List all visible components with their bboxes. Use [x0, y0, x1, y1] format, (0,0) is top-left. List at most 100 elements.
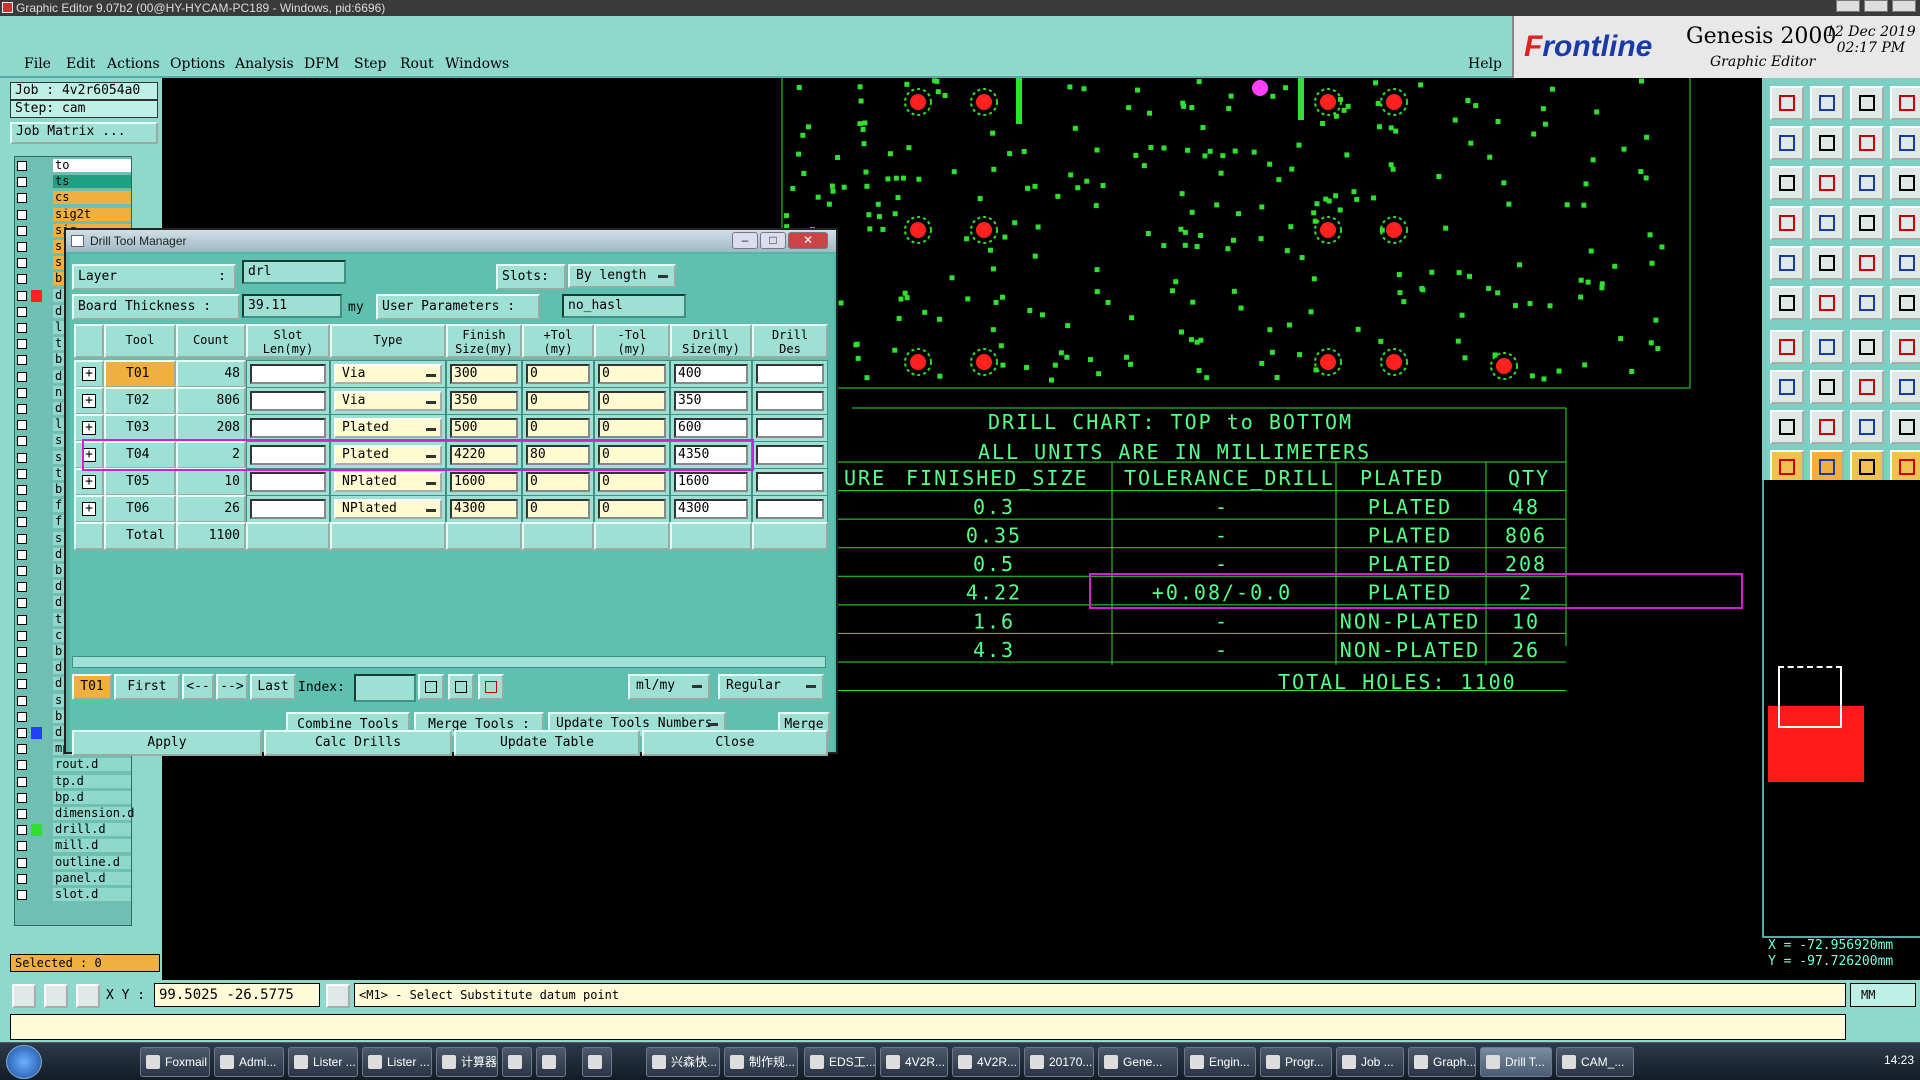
maximize-button[interactable] [1864, 0, 1888, 12]
ruler-icon[interactable] [1770, 206, 1804, 240]
layer-name[interactable]: outline.d [53, 855, 131, 869]
layer-checkbox[interactable] [17, 452, 27, 463]
expand-row-icon[interactable]: + [74, 441, 104, 469]
layer-color-swatch[interactable] [31, 678, 42, 690]
slot-len-field[interactable] [246, 414, 330, 442]
plus-tol-field-value[interactable]: 80 [526, 445, 590, 465]
type-combo-value[interactable]: Plated [334, 445, 442, 465]
slots-combo[interactable]: By length [568, 264, 676, 288]
surface-icon[interactable] [1850, 410, 1884, 444]
layer-color-swatch[interactable] [31, 662, 42, 674]
plus-tol-field-value[interactable]: 0 [526, 391, 590, 411]
finish-size-field[interactable]: 1600 [446, 468, 522, 496]
minus-tol-field[interactable]: 0 [594, 468, 670, 496]
finish-size-field-value[interactable]: 4300 [450, 499, 518, 519]
layer-checkbox[interactable] [17, 663, 27, 674]
layer-color-swatch[interactable] [31, 759, 42, 771]
layer-checkbox[interactable] [17, 436, 27, 447]
tool-id[interactable]: T01 [104, 360, 176, 388]
drill-des-field[interactable] [752, 414, 828, 442]
drill-size-field[interactable]: 4350 [670, 441, 752, 469]
layer-checkbox[interactable] [17, 209, 27, 220]
layer-checkbox[interactable] [17, 695, 27, 706]
finish-size-field[interactable]: 4220 [446, 441, 522, 469]
dialog-close-button[interactable]: ✕ [788, 232, 828, 249]
drill-size-field-value[interactable]: 350 [674, 391, 748, 411]
draw-icon[interactable] [1770, 330, 1804, 364]
layer-color-swatch[interactable] [31, 695, 42, 707]
layer-color-swatch[interactable] [31, 322, 42, 334]
tape-icon[interactable] [1850, 246, 1884, 280]
layer-checkbox[interactable] [17, 355, 27, 366]
line-icon[interactable] [1850, 286, 1884, 320]
slot-len-field-value[interactable] [250, 499, 326, 519]
job-matrix-button[interactable]: Job Matrix ... [10, 122, 158, 144]
menu-dfm[interactable]: DFM [304, 56, 339, 72]
taskbar-item[interactable] [502, 1047, 532, 1077]
drill-des-field-value[interactable] [756, 364, 824, 384]
layer-row[interactable]: tp.d [17, 774, 131, 789]
drill-size-field[interactable]: 1600 [670, 468, 752, 496]
menu-actions[interactable]: Actions [107, 56, 160, 72]
expand-row-icon[interactable]: + [74, 387, 104, 415]
scale-icon[interactable] [1850, 166, 1884, 200]
layer-checkbox[interactable] [17, 258, 27, 269]
taskbar-item[interactable]: Gene... [1098, 1047, 1178, 1077]
drill-des-field[interactable] [752, 387, 828, 415]
layer-row[interactable]: sig2t [17, 207, 131, 222]
slot-len-field-value[interactable] [250, 418, 326, 438]
calc-drills-button[interactable]: Calc Drills [264, 730, 452, 756]
index-go-icon[interactable] [418, 674, 444, 700]
plus-tol-field-value[interactable]: 0 [526, 472, 590, 492]
fit-icon[interactable] [1770, 166, 1804, 200]
layer-checkbox[interactable] [17, 468, 27, 479]
drill-size-field-value[interactable]: 600 [674, 418, 748, 438]
snap-icon[interactable] [12, 984, 36, 1008]
layer-checkbox[interactable] [17, 809, 27, 819]
layer-row[interactable]: ts [17, 175, 131, 189]
menu-windows[interactable]: Windows [445, 56, 509, 72]
type-combo-value[interactable]: Via [334, 364, 442, 384]
layer-checkbox[interactable] [17, 161, 27, 171]
menu-step[interactable]: Step [354, 56, 386, 72]
edit-icon[interactable] [1810, 330, 1844, 364]
drill-des-field[interactable] [752, 495, 828, 523]
taskbar-item[interactable]: EDS工... [804, 1047, 876, 1077]
layer-name[interactable]: to [53, 159, 131, 172]
taskbar-item[interactable]: Lister ... [362, 1047, 432, 1077]
index-field[interactable] [354, 674, 416, 702]
type-combo[interactable]: NPlated [330, 495, 446, 523]
index-refresh-icon[interactable] [448, 674, 474, 700]
layer-checkbox[interactable] [17, 339, 27, 350]
snap-icon[interactable] [1810, 166, 1844, 200]
layer-color-swatch[interactable] [31, 630, 42, 642]
layer-color-swatch[interactable] [31, 371, 42, 383]
layer-color-swatch[interactable] [31, 176, 42, 188]
layer-color-swatch[interactable] [31, 614, 42, 626]
taskbar-item[interactable]: Job ... [1336, 1047, 1404, 1077]
layer-color-swatch[interactable] [31, 565, 42, 577]
minus-tol-field-value[interactable]: 0 [598, 391, 666, 411]
zoom-1to1-icon[interactable] [1890, 126, 1920, 160]
dialog-minimize-button[interactable]: – [732, 232, 758, 249]
plus-tol-field-value[interactable]: 0 [526, 499, 590, 519]
zoom-ratio-icon[interactable] [1850, 126, 1884, 160]
update-table-button[interactable]: Update Table [454, 730, 640, 756]
menu-analysis[interactable]: Analysis [235, 56, 294, 72]
drill-des-field-value[interactable] [756, 445, 824, 465]
zoom-fit-icon[interactable] [1850, 86, 1884, 120]
layer-row[interactable]: rout.d [17, 758, 131, 772]
layer-checkbox[interactable] [17, 371, 27, 382]
close-button[interactable] [1892, 0, 1916, 12]
pan-left-icon[interactable] [1770, 126, 1804, 160]
layer-row[interactable]: panel.d [17, 871, 131, 886]
rotate-icon[interactable] [1850, 330, 1884, 364]
minus-tol-field[interactable]: 0 [594, 414, 670, 442]
last-button[interactable]: Last [250, 674, 296, 700]
move-icon[interactable] [1850, 450, 1884, 484]
pad-icon[interactable] [1770, 370, 1804, 404]
layer-color-swatch[interactable] [31, 338, 42, 350]
drill-size-field-value[interactable]: 4300 [674, 499, 748, 519]
drill-des-field-value[interactable] [756, 391, 824, 411]
layer-checkbox[interactable] [17, 225, 27, 236]
